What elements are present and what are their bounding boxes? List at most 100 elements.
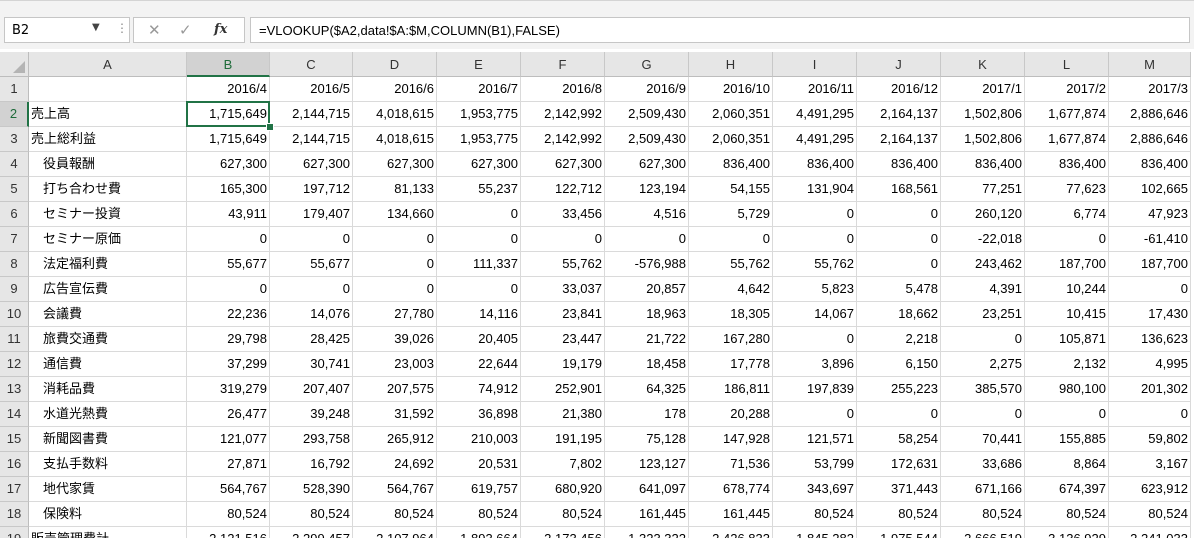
cell-i7[interactable]: 0 bbox=[773, 227, 857, 252]
cell-a15[interactable]: 新聞図書費 bbox=[29, 427, 187, 452]
formula-input[interactable]: =VLOOKUP($A2,data!$A:$M,COLUMN(B1),FALSE… bbox=[250, 17, 1190, 43]
cell-i5[interactable]: 131,904 bbox=[773, 177, 857, 202]
cell-h5[interactable]: 54,155 bbox=[689, 177, 773, 202]
cell-a16[interactable]: 支払手数料 bbox=[29, 452, 187, 477]
cell-i18[interactable]: 80,524 bbox=[773, 502, 857, 527]
cell-b11[interactable]: 29,798 bbox=[187, 327, 270, 352]
cell-i4[interactable]: 836,400 bbox=[773, 152, 857, 177]
cell-m1[interactable]: 2017/3 bbox=[1109, 77, 1191, 102]
cell-m4[interactable]: 836,400 bbox=[1109, 152, 1191, 177]
cell-a8[interactable]: 法定福利費 bbox=[29, 252, 187, 277]
cell-g8[interactable]: -576,988 bbox=[605, 252, 689, 277]
row-header-8[interactable]: 8 bbox=[0, 252, 29, 277]
cell-f5[interactable]: 122,712 bbox=[521, 177, 605, 202]
cell-b10[interactable]: 22,236 bbox=[187, 302, 270, 327]
cell-m8[interactable]: 187,700 bbox=[1109, 252, 1191, 277]
cell-j6[interactable]: 0 bbox=[857, 202, 941, 227]
column-header-k[interactable]: K bbox=[941, 52, 1025, 77]
cell-k6[interactable]: 260,120 bbox=[941, 202, 1025, 227]
cell-g13[interactable]: 64,325 bbox=[605, 377, 689, 402]
cell-m15[interactable]: 59,802 bbox=[1109, 427, 1191, 452]
cell-m6[interactable]: 47,923 bbox=[1109, 202, 1191, 227]
cell-c10[interactable]: 14,076 bbox=[270, 302, 353, 327]
cell-a9[interactable]: 広告宣伝費 bbox=[29, 277, 187, 302]
cell-h17[interactable]: 678,774 bbox=[689, 477, 773, 502]
column-header-j[interactable]: J bbox=[857, 52, 941, 77]
cell-l11[interactable]: 105,871 bbox=[1025, 327, 1109, 352]
cell-f6[interactable]: 33,456 bbox=[521, 202, 605, 227]
cell-i14[interactable]: 0 bbox=[773, 402, 857, 427]
cell-l18[interactable]: 80,524 bbox=[1025, 502, 1109, 527]
cell-g15[interactable]: 75,128 bbox=[605, 427, 689, 452]
cell-k12[interactable]: 2,275 bbox=[941, 352, 1025, 377]
cell-m13[interactable]: 201,302 bbox=[1109, 377, 1191, 402]
cell-e17[interactable]: 619,757 bbox=[437, 477, 521, 502]
cell-f18[interactable]: 80,524 bbox=[521, 502, 605, 527]
cell-g19[interactable]: 1,323,322 bbox=[605, 527, 689, 538]
cell-e12[interactable]: 22,644 bbox=[437, 352, 521, 377]
cell-e13[interactable]: 74,912 bbox=[437, 377, 521, 402]
cell-c5[interactable]: 197,712 bbox=[270, 177, 353, 202]
cell-d16[interactable]: 24,692 bbox=[353, 452, 437, 477]
cell-g14[interactable]: 178 bbox=[605, 402, 689, 427]
cell-c12[interactable]: 30,741 bbox=[270, 352, 353, 377]
cell-l16[interactable]: 8,864 bbox=[1025, 452, 1109, 477]
cell-l17[interactable]: 674,397 bbox=[1025, 477, 1109, 502]
cell-d11[interactable]: 39,026 bbox=[353, 327, 437, 352]
cell-c13[interactable]: 207,407 bbox=[270, 377, 353, 402]
cell-e19[interactable]: 1,893,664 bbox=[437, 527, 521, 538]
cell-h6[interactable]: 5,729 bbox=[689, 202, 773, 227]
cell-k8[interactable]: 243,462 bbox=[941, 252, 1025, 277]
cell-k10[interactable]: 23,251 bbox=[941, 302, 1025, 327]
cell-a10[interactable]: 会議費 bbox=[29, 302, 187, 327]
cell-a6[interactable]: セミナー投資 bbox=[29, 202, 187, 227]
cell-i11[interactable]: 0 bbox=[773, 327, 857, 352]
cell-b8[interactable]: 55,677 bbox=[187, 252, 270, 277]
cell-b14[interactable]: 26,477 bbox=[187, 402, 270, 427]
cell-g9[interactable]: 20,857 bbox=[605, 277, 689, 302]
cell-i13[interactable]: 197,839 bbox=[773, 377, 857, 402]
cell-d17[interactable]: 564,767 bbox=[353, 477, 437, 502]
cell-d6[interactable]: 134,660 bbox=[353, 202, 437, 227]
cell-c17[interactable]: 528,390 bbox=[270, 477, 353, 502]
cell-l7[interactable]: 0 bbox=[1025, 227, 1109, 252]
cell-e14[interactable]: 36,898 bbox=[437, 402, 521, 427]
cell-j13[interactable]: 255,223 bbox=[857, 377, 941, 402]
cell-h11[interactable]: 167,280 bbox=[689, 327, 773, 352]
cell-f7[interactable]: 0 bbox=[521, 227, 605, 252]
cell-f8[interactable]: 55,762 bbox=[521, 252, 605, 277]
cell-k11[interactable]: 0 bbox=[941, 327, 1025, 352]
cell-c6[interactable]: 179,407 bbox=[270, 202, 353, 227]
cell-m9[interactable]: 0 bbox=[1109, 277, 1191, 302]
cell-d18[interactable]: 80,524 bbox=[353, 502, 437, 527]
cell-i19[interactable]: 1,845,282 bbox=[773, 527, 857, 538]
cell-a12[interactable]: 通信費 bbox=[29, 352, 187, 377]
cell-c1[interactable]: 2016/5 bbox=[270, 77, 353, 102]
cell-d10[interactable]: 27,780 bbox=[353, 302, 437, 327]
cell-b7[interactable]: 0 bbox=[187, 227, 270, 252]
cell-e15[interactable]: 210,003 bbox=[437, 427, 521, 452]
cell-j12[interactable]: 6,150 bbox=[857, 352, 941, 377]
cell-l15[interactable]: 155,885 bbox=[1025, 427, 1109, 452]
cell-f16[interactable]: 7,802 bbox=[521, 452, 605, 477]
cell-d1[interactable]: 2016/6 bbox=[353, 77, 437, 102]
row-header-5[interactable]: 5 bbox=[0, 177, 29, 202]
cell-b4[interactable]: 627,300 bbox=[187, 152, 270, 177]
cell-d2[interactable]: 4,018,615 bbox=[353, 102, 437, 127]
cell-d15[interactable]: 265,912 bbox=[353, 427, 437, 452]
cell-l2[interactable]: 1,677,874 bbox=[1025, 102, 1109, 127]
cell-e10[interactable]: 14,116 bbox=[437, 302, 521, 327]
column-header-m[interactable]: M bbox=[1109, 52, 1191, 77]
cell-i12[interactable]: 3,896 bbox=[773, 352, 857, 377]
cell-j5[interactable]: 168,561 bbox=[857, 177, 941, 202]
cell-a13[interactable]: 消耗品費 bbox=[29, 377, 187, 402]
cell-m18[interactable]: 80,524 bbox=[1109, 502, 1191, 527]
cell-g1[interactable]: 2016/9 bbox=[605, 77, 689, 102]
column-header-e[interactable]: E bbox=[437, 52, 521, 77]
cell-e4[interactable]: 627,300 bbox=[437, 152, 521, 177]
cell-b19[interactable]: 2,121,516 bbox=[187, 527, 270, 538]
cell-m7[interactable]: -61,410 bbox=[1109, 227, 1191, 252]
cell-h8[interactable]: 55,762 bbox=[689, 252, 773, 277]
cell-l1[interactable]: 2017/2 bbox=[1025, 77, 1109, 102]
cell-b15[interactable]: 121,077 bbox=[187, 427, 270, 452]
